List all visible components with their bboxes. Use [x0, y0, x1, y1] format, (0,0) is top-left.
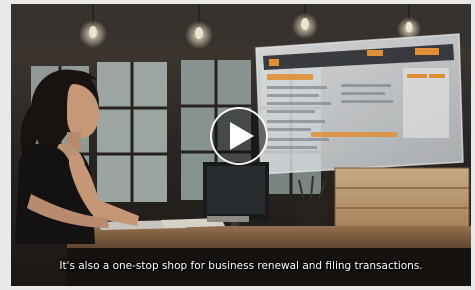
video-frame: It's also a one-stop shop for business r… — [0, 0, 475, 290]
video-player[interactable]: It's also a one-stop shop for business r… — [11, 4, 471, 286]
play-icon — [230, 122, 254, 150]
video-caption: It's also a one-stop shop for business r… — [59, 260, 423, 272]
play-button[interactable] — [210, 107, 268, 165]
